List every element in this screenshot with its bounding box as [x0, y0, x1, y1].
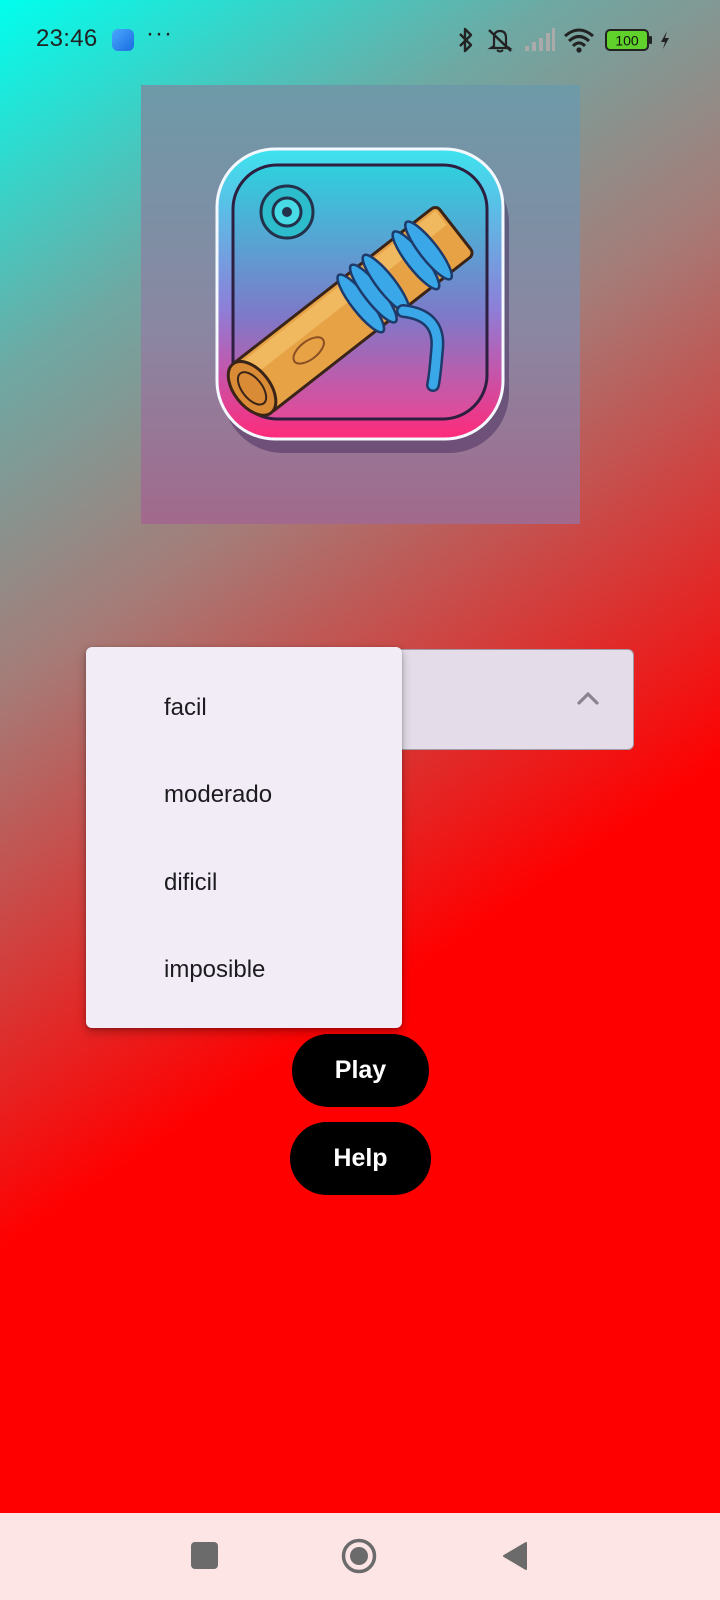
battery-icon: 100 — [605, 29, 652, 51]
status-time: 23:46 — [36, 25, 98, 52]
home-icon[interactable] — [340, 1537, 378, 1575]
menu-item-facil[interactable]: facil — [86, 664, 402, 752]
difficulty-dropdown-menu: facil moderado dificil imposible — [86, 647, 402, 1028]
play-button[interactable]: Play — [292, 1034, 429, 1107]
silent-icon — [487, 29, 513, 53]
wifi-icon — [564, 28, 594, 53]
chevron-up-icon[interactable] — [573, 684, 603, 714]
recents-icon[interactable] — [191, 1542, 218, 1569]
menu-item-imposible[interactable]: imposible — [86, 926, 402, 1014]
menu-item-moderado[interactable]: moderado — [86, 751, 402, 839]
back-icon[interactable] — [500, 1540, 530, 1572]
more-notifications-icon: ··· — [146, 20, 173, 47]
bluetooth-icon — [459, 27, 473, 53]
menu-item-dificil[interactable]: dificil — [86, 839, 402, 927]
app-logo — [141, 85, 580, 524]
charging-icon — [661, 31, 669, 49]
help-button[interactable]: Help — [290, 1122, 431, 1195]
notification-app-icon — [112, 29, 134, 51]
battery-level: 100 — [615, 33, 639, 49]
signal-icon — [525, 28, 555, 51]
status-bar: 23:46 ··· 100 — [0, 0, 720, 80]
rope-log-knot-icon — [215, 147, 509, 453]
